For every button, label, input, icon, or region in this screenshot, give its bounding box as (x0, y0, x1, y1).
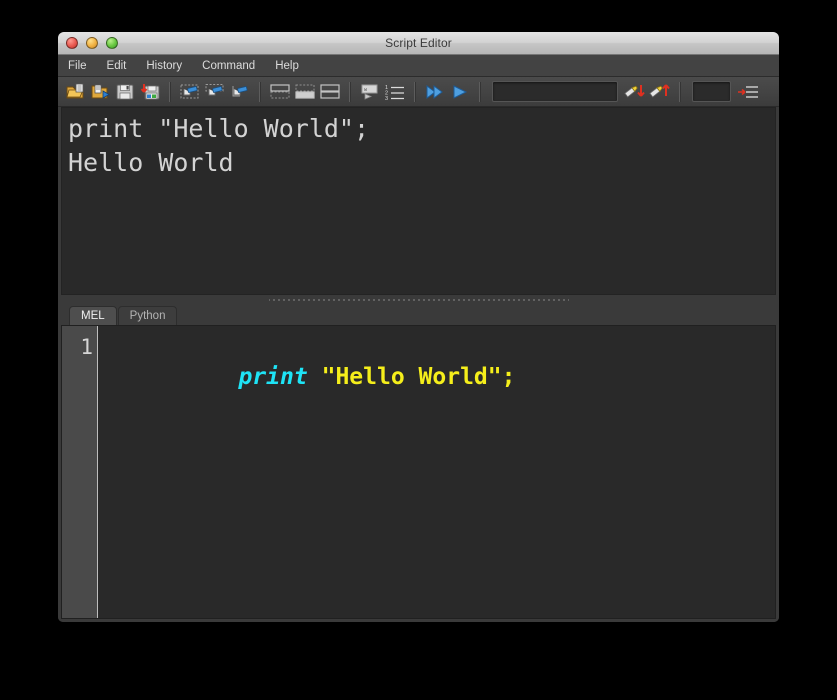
toolbar-separator (679, 82, 681, 102)
language-tabstrip: MEL Python (61, 305, 776, 325)
clear-input-icon[interactable] (229, 81, 251, 103)
line-numbers-list-icon[interactable]: 1 2 3 (384, 81, 406, 103)
output-line: print "Hello World"; (68, 112, 769, 146)
script-editor-window: Script Editor File Edit History Command … (58, 32, 779, 622)
new-script-icon[interactable] (64, 81, 86, 103)
script-input-pane[interactable]: 1 print "Hello World"; (61, 325, 776, 619)
execute-icon[interactable] (449, 81, 471, 103)
tab-python[interactable]: Python (118, 306, 178, 325)
output-line: Hello World (68, 146, 769, 180)
save-script-icon[interactable] (114, 81, 136, 103)
svg-text:3: 3 (385, 96, 388, 100)
window-titlebar[interactable]: Script Editor (58, 32, 779, 55)
code-line: print "Hello World"; (100, 332, 775, 422)
open-script-icon[interactable] (89, 81, 111, 103)
anchor-down-icon[interactable] (624, 81, 646, 103)
editor-body: print "Hello World"; Hello World MEL Pyt… (58, 107, 779, 622)
anchor-up-icon[interactable] (649, 81, 671, 103)
save-script-as-icon[interactable] (139, 81, 161, 103)
splitter-grip (269, 298, 569, 302)
execute-all-icon[interactable] (424, 81, 446, 103)
line-number-input[interactable] (692, 81, 731, 102)
show-line-numbers-icon[interactable] (179, 81, 201, 103)
maximize-button[interactable] (106, 37, 118, 49)
indent-icon[interactable] (737, 81, 759, 103)
toolbar: w 1 2 3 (58, 77, 779, 107)
menu-item-edit[interactable]: Edit (107, 60, 127, 72)
window-title: Script Editor (58, 36, 779, 50)
layout-horizontal-icon[interactable] (294, 81, 316, 103)
menu-item-history[interactable]: History (146, 60, 182, 72)
search-input[interactable] (492, 81, 618, 102)
line-number-gutter: 1 (62, 326, 98, 618)
line-number: 1 (62, 332, 93, 362)
window-controls (66, 37, 118, 49)
code-string: "Hello World"; (322, 364, 516, 390)
minimize-button[interactable] (86, 37, 98, 49)
clear-history-icon[interactable] (204, 81, 226, 103)
toolbar-separator (169, 82, 171, 102)
tab-mel[interactable]: MEL (69, 306, 117, 325)
pane-splitter[interactable] (61, 295, 776, 305)
toolbar-separator (349, 82, 351, 102)
layout-stacked-icon[interactable] (319, 81, 341, 103)
toolbar-separator (479, 82, 481, 102)
code-space (308, 364, 322, 390)
close-button[interactable] (66, 37, 78, 49)
code-keyword: print (238, 364, 307, 390)
show-output-icon[interactable]: w (359, 81, 381, 103)
menu-item-command[interactable]: Command (202, 60, 255, 72)
menu-bar: File Edit History Command Help (58, 55, 779, 77)
layout-single-icon[interactable] (269, 81, 291, 103)
menu-item-file[interactable]: File (68, 60, 87, 72)
output-console[interactable]: print "Hello World"; Hello World (61, 107, 776, 295)
menu-item-help[interactable]: Help (275, 60, 299, 72)
toolbar-separator (414, 82, 416, 102)
toolbar-separator (259, 82, 261, 102)
code-input-area[interactable]: print "Hello World"; (98, 326, 775, 618)
